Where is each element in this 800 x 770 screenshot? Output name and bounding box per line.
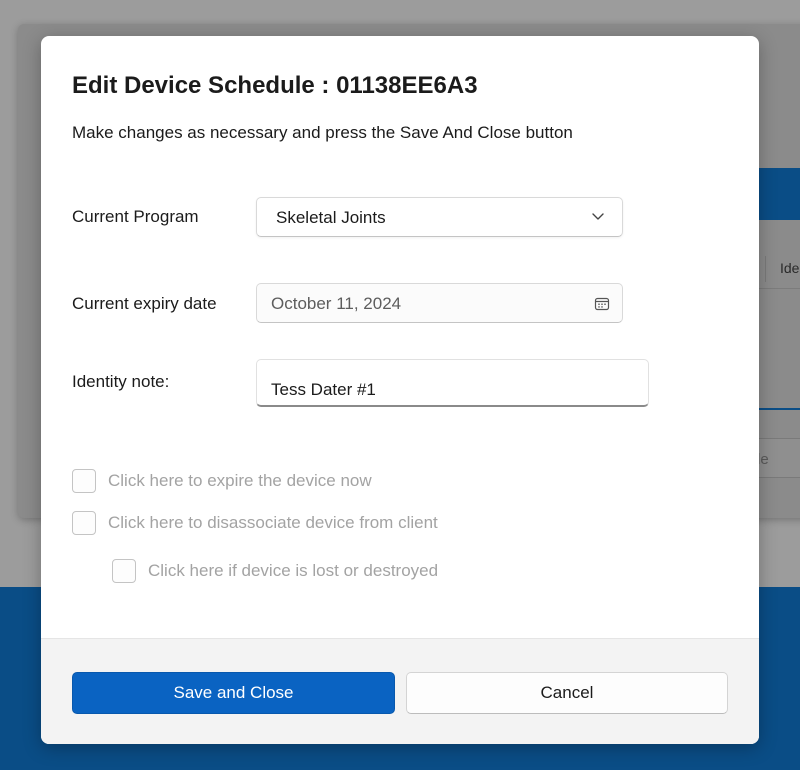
background-tab-label: Ide [780, 260, 800, 276]
background-divider [756, 408, 800, 410]
device-lost-checkbox[interactable]: Click here if device is lost or destroye… [112, 559, 438, 583]
checkbox-box[interactable] [72, 511, 96, 535]
cancel-button[interactable]: Cancel [406, 672, 728, 714]
edit-device-schedule-dialog: Edit Device Schedule : 01138EE6A3 Make c… [41, 36, 759, 744]
identity-note-input[interactable]: Tess Dater #1 [256, 359, 649, 407]
dialog-title: Edit Device Schedule : 01138EE6A3 [72, 72, 478, 99]
background-tab-divider [765, 256, 766, 282]
current-program-select[interactable]: Skeletal Joints [256, 197, 623, 237]
disassociate-device-checkbox[interactable]: Click here to disassociate device from c… [72, 511, 438, 535]
expire-device-checkbox[interactable]: Click here to expire the device now [72, 469, 372, 493]
checkbox-box[interactable] [112, 559, 136, 583]
dialog-footer: Save and Close Cancel [41, 638, 759, 744]
background-header-bar [756, 168, 800, 220]
chevron-down-icon [590, 208, 606, 224]
current-program-label: Current Program [72, 207, 199, 226]
calendar-icon[interactable] [594, 296, 610, 312]
disassociate-device-checkbox-label: Click here to disassociate device from c… [108, 513, 438, 532]
identity-note-label: Identity note: [72, 372, 170, 391]
expiry-date-picker[interactable]: October 11, 2024 [256, 283, 623, 323]
expiry-date-label: Current expiry date [72, 294, 217, 313]
expire-device-checkbox-label: Click here to expire the device now [108, 471, 372, 490]
save-and-close-button[interactable]: Save and Close [72, 672, 395, 714]
identity-note-value: Tess Dater #1 [271, 380, 376, 399]
checkbox-box[interactable] [72, 469, 96, 493]
current-program-value: Skeletal Joints [276, 208, 386, 227]
expiry-date-value: October 11, 2024 [271, 294, 402, 313]
dialog-subtitle: Make changes as necessary and press the … [72, 123, 573, 142]
device-lost-checkbox-label: Click here if device is lost or destroye… [148, 561, 439, 580]
